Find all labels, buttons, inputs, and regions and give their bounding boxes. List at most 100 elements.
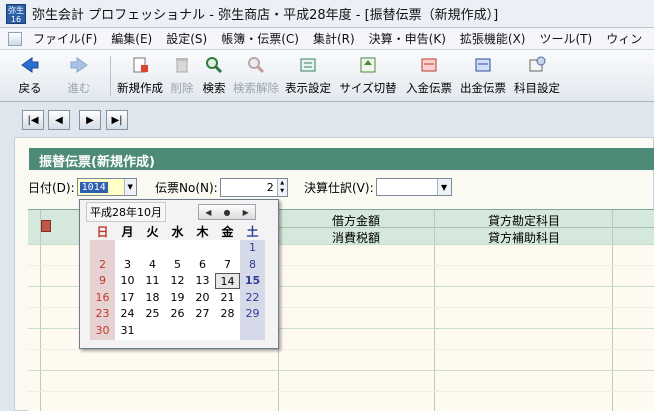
menu-extensions[interactable]: 拡張機能(X) xyxy=(453,30,533,47)
new-button[interactable]: 新規作成 xyxy=(115,50,165,102)
calendar-day[interactable]: 24 xyxy=(115,306,140,322)
calendar-day[interactable]: 10 xyxy=(115,273,140,289)
next-month-button[interactable]: ▶ xyxy=(236,205,255,219)
last-icon: ▶| xyxy=(111,114,123,126)
calendar-day[interactable]: 27 xyxy=(190,306,215,322)
calendar-day[interactable]: 19 xyxy=(165,290,190,306)
record-nav-bar: |◀ ◀ ▶ ▶| xyxy=(0,103,654,137)
calendar-day[interactable]: 21 xyxy=(215,290,240,306)
calendar-nav: ◀ ● ▶ xyxy=(198,204,256,220)
forward-button[interactable]: 進む xyxy=(54,50,104,102)
menu-books[interactable]: 帳簿・伝票(C) xyxy=(214,30,306,47)
calendar-days: 1 2 3 4 5 6 7 8 9 10 11 12 13 14 15 16 17 18 19 20 21 22 23 24 2… xyxy=(90,240,265,340)
calendar-day[interactable]: 13 xyxy=(190,273,215,289)
grid-line xyxy=(40,210,41,411)
previous-record-button[interactable]: ◀ xyxy=(48,110,70,130)
first-record-button[interactable]: |◀ xyxy=(22,110,44,130)
search-button[interactable]: 検索 xyxy=(199,50,229,102)
panel-title: 振替伝票(新規作成) xyxy=(29,148,654,170)
toolbar: 戻る 進む 新規作成 削除 検索 検索解除 表示設定 サイズ切替 入金伝票 出金… xyxy=(0,50,654,102)
grid-row-line xyxy=(28,370,654,371)
deposit-slip-button[interactable]: 入金伝票 xyxy=(403,50,455,102)
menu-settings[interactable]: 設定(S) xyxy=(159,30,214,47)
app-icon: 弥生16 xyxy=(6,3,26,24)
date-field-group: 日付(D): 1014 ▼ xyxy=(28,177,137,197)
account-settings-icon xyxy=(527,56,547,74)
menu-edit[interactable]: 編集(E) xyxy=(104,30,159,47)
calendar-day[interactable]: 29 xyxy=(240,306,265,322)
weekday-sat: 土 xyxy=(246,225,259,239)
payment-slip-icon xyxy=(473,56,493,74)
calendar-month-label[interactable]: 平成28年10月 xyxy=(86,202,166,222)
menu-file[interactable]: ファイル(F) xyxy=(26,30,104,47)
chevron-down-icon[interactable]: ▼ xyxy=(123,179,136,195)
back-arrow-icon xyxy=(20,56,40,74)
closing-select[interactable]: ▼ xyxy=(375,178,452,196)
slip-no-input[interactable]: 2 ▲ ▼ xyxy=(219,177,288,197)
weekday-wed: 水 xyxy=(171,225,184,239)
account-settings-button[interactable]: 科目設定 xyxy=(511,50,563,102)
menu-window[interactable]: ウィン xyxy=(599,30,649,47)
last-record-button[interactable]: ▶| xyxy=(106,110,128,130)
calendar-day[interactable]: 3 xyxy=(115,257,140,273)
calendar-day[interactable]: 9 xyxy=(90,273,115,289)
calendar-day[interactable]: 22 xyxy=(240,290,265,306)
calendar-day[interactable]: 15 xyxy=(240,273,265,289)
calendar-day[interactable]: 18 xyxy=(140,290,165,306)
calendar-day[interactable]: 23 xyxy=(90,306,115,322)
date-label: 日付(D): xyxy=(28,180,75,195)
next-record-button[interactable]: ▶ xyxy=(79,110,101,130)
trash-icon xyxy=(172,56,192,74)
display-settings-icon xyxy=(298,56,318,74)
grid-row-line xyxy=(28,349,654,350)
book-icon xyxy=(41,220,51,232)
calendar-day[interactable]: 30 xyxy=(90,323,115,339)
calendar-day[interactable]: 2 xyxy=(90,257,115,273)
resize-button[interactable]: サイズ切替 xyxy=(335,50,401,102)
menu-totals[interactable]: 集計(R) xyxy=(306,30,362,47)
window-menu-icon[interactable] xyxy=(8,31,22,46)
clear-search-button[interactable]: 検索解除 xyxy=(231,50,281,102)
calendar-day[interactable]: 20 xyxy=(190,290,215,306)
calendar-day[interactable]: 4 xyxy=(140,257,165,273)
date-picker-popup: 平成28年10月 ◀ ● ▶ 日 月 火 水 木 金 土 1 2 3 4 5 6 7 8 9 10… xyxy=(79,199,279,349)
closing-field-group: 決算仕訳(V): ▼ xyxy=(304,177,452,197)
menu-bar: ファイル(F) 編集(E) 設定(S) 帳簿・伝票(C) 集計(R) 決算・申告… xyxy=(0,28,654,50)
calendar-day[interactable]: 7 xyxy=(215,257,240,273)
calendar-day[interactable]: 17 xyxy=(115,290,140,306)
calendar-day[interactable]: 14 xyxy=(215,273,240,289)
display-settings-button[interactable]: 表示設定 xyxy=(283,50,333,102)
calendar-day[interactable]: 11 xyxy=(140,273,165,289)
calendar-day[interactable]: 8 xyxy=(240,257,265,273)
weekday-tue: 火 xyxy=(146,225,159,239)
grid-line xyxy=(612,210,613,411)
menu-tools[interactable]: ツール(T) xyxy=(533,30,600,47)
calendar-day[interactable]: 1 xyxy=(240,240,265,256)
calendar-day[interactable]: 5 xyxy=(165,257,190,273)
delete-button[interactable]: 削除 xyxy=(167,50,197,102)
new-document-icon xyxy=(130,56,150,74)
magnifier-icon xyxy=(204,56,224,74)
payment-slip-button[interactable]: 出金伝票 xyxy=(457,50,509,102)
prev-month-button[interactable]: ◀ xyxy=(199,205,218,219)
calendar-day[interactable]: 6 xyxy=(190,257,215,273)
back-button[interactable]: 戻る xyxy=(8,50,52,102)
calendar-day[interactable]: 12 xyxy=(165,273,190,289)
closing-label: 決算仕訳(V): xyxy=(304,180,374,195)
title-bar: 弥生16 弥生会計 プロフェッショナル - 弥生商店・平成28年度 - [振替伝… xyxy=(0,0,654,28)
current-month-button[interactable]: ● xyxy=(218,205,237,219)
next-icon: ▶ xyxy=(86,114,94,126)
grid-row-line xyxy=(28,391,654,392)
slip-no-field-group: 伝票No(N): 2 ▲ ▼ xyxy=(155,177,288,197)
calendar-day[interactable]: 28 xyxy=(215,306,240,322)
calendar-day[interactable]: 25 xyxy=(140,306,165,322)
menu-closing[interactable]: 決算・申告(K) xyxy=(362,30,453,47)
slip-no-value: 2 xyxy=(266,180,274,194)
calendar-day[interactable]: 26 xyxy=(165,306,190,322)
date-input[interactable]: 1014 ▼ xyxy=(76,178,137,196)
calendar-day[interactable]: 31 xyxy=(115,323,140,339)
chevron-down-icon[interactable]: ▼ xyxy=(436,179,451,195)
calendar-day[interactable]: 16 xyxy=(90,290,115,306)
spinner-icon[interactable]: ▲ ▼ xyxy=(276,178,287,196)
clear-search-icon xyxy=(246,56,266,74)
